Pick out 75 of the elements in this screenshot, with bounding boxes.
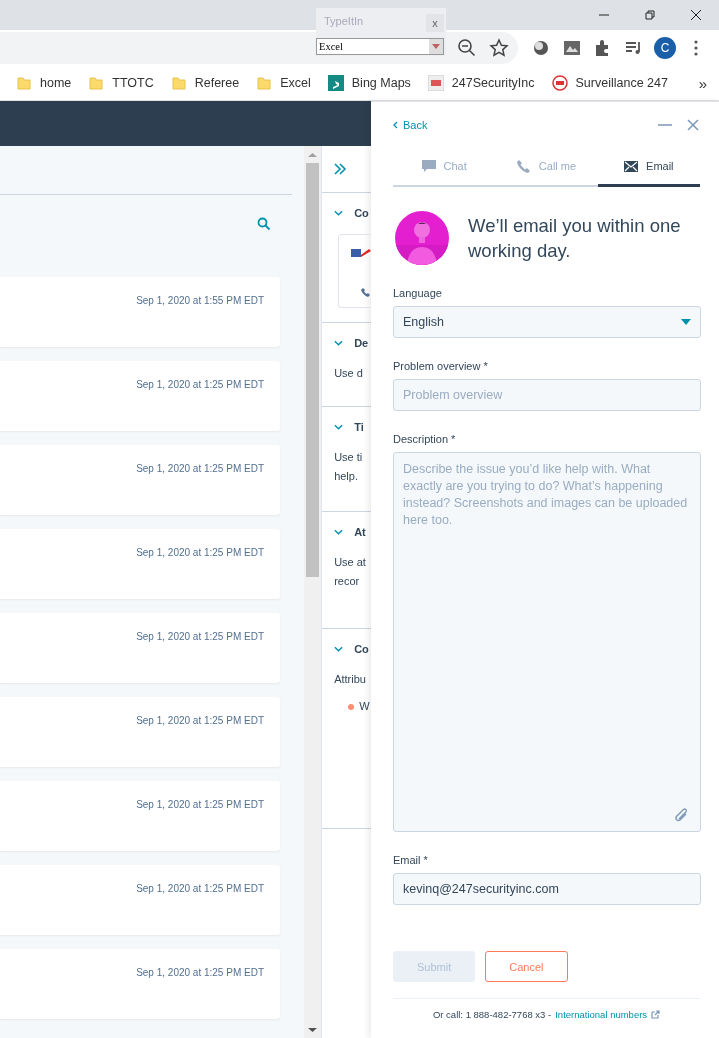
up-arrow-icon[interactable] [307,151,319,159]
scrollbar[interactable] [304,146,322,1038]
heading: We’ll email you within one working day. [468,214,682,263]
zoom-out-icon[interactable] [456,37,478,59]
close-icon[interactable] [690,9,702,21]
scrollbar-thumb[interactable] [306,163,320,577]
external-link-icon[interactable] [651,1010,661,1019]
envelope-icon [624,159,639,173]
language-dropdown[interactable]: English [393,306,701,338]
section-title[interactable]: Co [354,643,369,655]
timestamp: Sep 1, 2020 at 1:25 PM EDT [136,715,264,727]
bookmark[interactable]: Referee [170,75,240,91]
chevron-down-icon[interactable] [334,340,344,346]
bookmark[interactable]: Surveillance 247 [551,75,668,91]
timestamp: Sep 1, 2020 at 1:25 PM EDT [136,463,264,475]
section-title[interactable]: De [354,337,369,349]
timestamp: Sep 1, 2020 at 1:25 PM EDT [136,799,264,811]
phone-icon [361,287,371,297]
phone-icon [516,159,531,173]
field-label: Language [393,287,443,299]
timestamp: Sep 1, 2020 at 1:25 PM EDT [136,379,264,391]
chevron-down-icon[interactable] [334,210,344,216]
bookmark[interactable]: 247SecurityInc [427,75,535,91]
bing-logo-icon [327,75,344,91]
chevron-down-icon[interactable] [334,424,344,430]
timestamp: Sep 1, 2020 at 1:25 PM EDT [136,631,264,643]
more-bookmarks-button[interactable]: » [698,74,707,92]
search-icon[interactable] [257,217,272,231]
section-title[interactable]: Ti [354,421,364,433]
section-title[interactable]: Co [354,207,369,219]
section-text: Attribu [334,672,367,687]
back-link[interactable]: Back [393,119,428,131]
chevron-down-icon[interactable] [334,646,344,652]
bookmark[interactable]: home [16,75,72,91]
chat-bubble-icon [421,159,436,173]
phone-text: Or call: 1 888-482-7768 x3 - [432,1009,552,1020]
chevron-down-icon[interactable] [334,529,344,535]
section-text: recor [334,574,361,589]
bookmark[interactable]: Bing Maps [327,75,411,91]
timestamp: Sep 1, 2020 at 1:55 PM EDT [136,295,264,307]
field-label: Problem overview * [393,360,489,372]
restore-icon[interactable] [644,9,656,21]
profile-avatar[interactable]: C [654,37,676,59]
caret-icon [681,319,691,325]
double-chevron-icon[interactable] [333,162,348,176]
dropdown[interactable]: Excel [316,38,444,55]
section-text: Use ti [334,450,364,465]
timestamp: Sep 1, 2020 at 1:25 PM EDT [136,547,264,559]
field-label: Description * [393,433,457,445]
section-text: help. [334,469,359,484]
section-text: Use d [334,366,364,381]
section-text: Use at [334,555,367,570]
timestamp: Sep 1, 2020 at 1:25 PM EDT [136,967,264,979]
international-numbers-link[interactable]: International numbers [555,1009,648,1020]
chevron-left-icon [393,121,398,129]
input-field[interactable]: kevinq@247securityinc.com [393,873,701,905]
site-icon [427,75,444,91]
bookmark[interactable]: TTOTC [88,75,154,91]
list-item: W [359,699,370,714]
field-label: Email * [393,854,429,866]
logo-icon [351,247,371,259]
folder-icon [256,75,273,91]
down-arrow-icon[interactable] [307,1026,319,1034]
popup-title: TypeItIn [324,15,364,27]
star-icon[interactable] [488,37,510,59]
timestamp: Sep 1, 2020 at 1:25 PM EDT [136,883,264,895]
folder-icon [16,75,32,91]
folder-icon [88,75,105,91]
section-title[interactable]: At [354,526,366,538]
close-button[interactable]: x [426,14,444,32]
status-dot [348,703,355,710]
tab[interactable]: Email [597,148,700,187]
bookmark[interactable]: Excel [256,75,311,91]
badge-icon [551,75,568,91]
folder-icon [170,75,187,91]
